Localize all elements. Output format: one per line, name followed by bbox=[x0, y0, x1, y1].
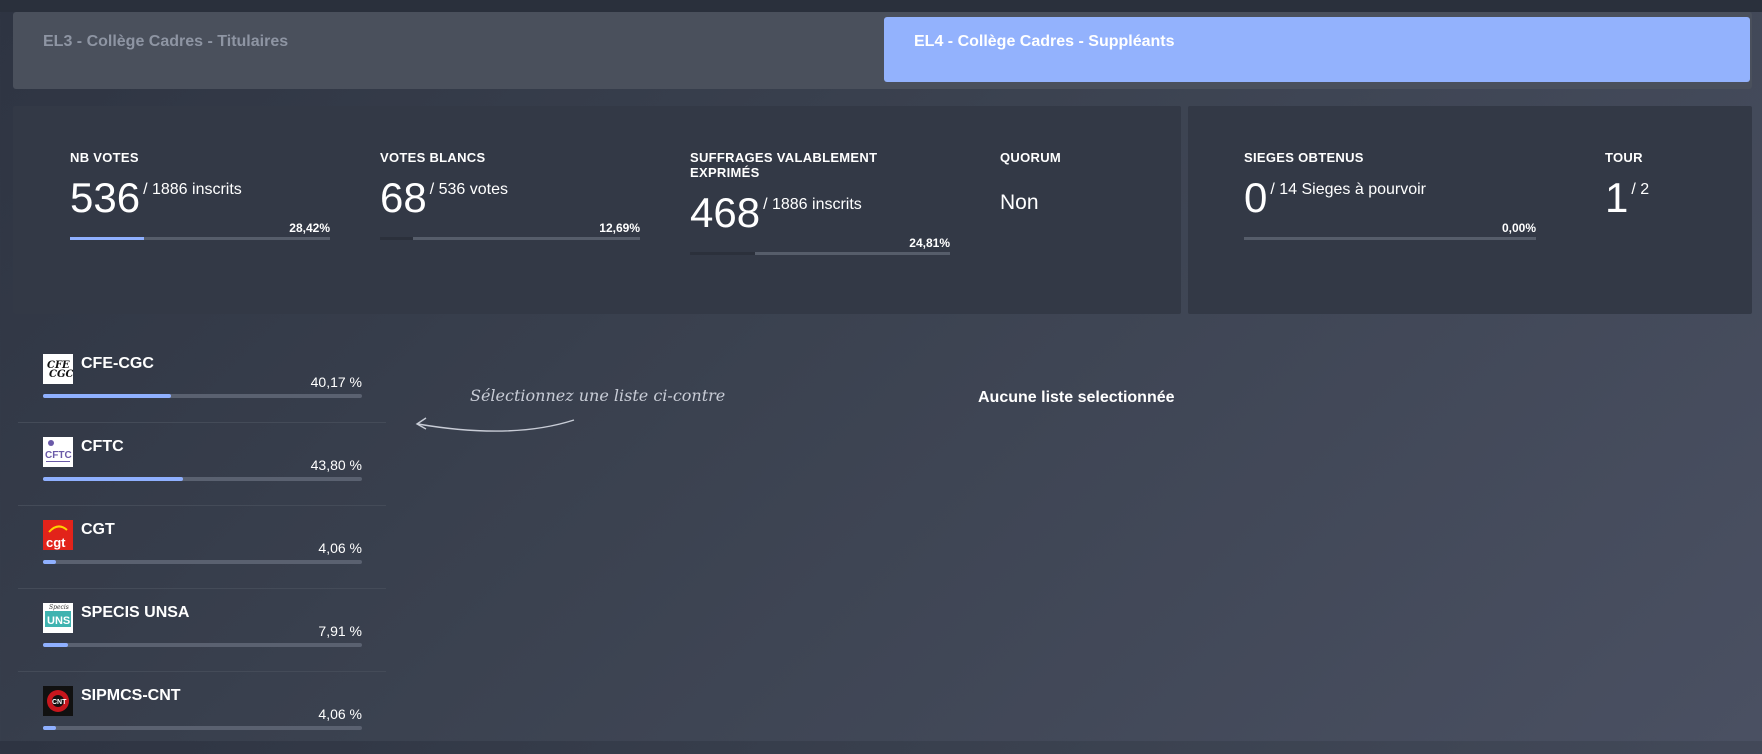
stat-percent: 24,81% bbox=[909, 236, 950, 250]
stat-label: SIEGES OBTENUS bbox=[1244, 150, 1364, 165]
stat-votes-blancs: VOTES BLANCS 68/ 536 votes 12,69% bbox=[380, 150, 640, 240]
progress-fill bbox=[380, 237, 413, 240]
cftc-logo: CFTC bbox=[43, 437, 73, 467]
progress-fill bbox=[690, 252, 755, 255]
stat-tour: TOUR 1/ 2 bbox=[1605, 150, 1705, 221]
list-progress-bar bbox=[43, 560, 362, 564]
list-progress-fill bbox=[43, 394, 172, 398]
stat-nb-votes: NB VOTES 536/ 1886 inscrits 28,42% bbox=[70, 150, 330, 240]
list-progress-bar bbox=[43, 643, 362, 647]
list-percent: 40,17 % bbox=[310, 374, 362, 390]
progress-bar bbox=[690, 252, 950, 255]
tab-el3[interactable]: EL3 - Collège Cadres - Titulaires bbox=[13, 17, 883, 82]
stat-value: 0 bbox=[1244, 174, 1268, 221]
sipmcs-cnt-logo: CNT bbox=[43, 686, 73, 716]
list-name: CGT bbox=[81, 521, 115, 538]
curved-arrow-icon bbox=[415, 417, 575, 432]
stat-label: VOTES BLANCS bbox=[380, 150, 486, 165]
svg-text:CNT: CNT bbox=[52, 699, 67, 706]
specis-unsa-logo: UNS Specis bbox=[43, 603, 73, 633]
list-item-cftc[interactable]: CFTC CFTC 43,80 % bbox=[18, 423, 386, 506]
svg-text:Specis: Specis bbox=[49, 604, 69, 611]
list-progress-fill bbox=[43, 477, 183, 481]
cfe-cgc-logo: CFE CGC bbox=[43, 354, 73, 384]
tab-el4[interactable]: EL4 - Collège Cadres - Suppléants bbox=[884, 17, 1750, 82]
stat-percent: 28,42% bbox=[289, 221, 330, 235]
list-progress-bar bbox=[43, 477, 362, 481]
stat-label: SUFFRAGES VALABLEMENT EXPRIMÉS bbox=[690, 150, 878, 180]
stat-value: 1 bbox=[1605, 174, 1629, 221]
quorum-value: Non bbox=[1000, 191, 1039, 214]
progress-bar bbox=[1244, 237, 1536, 240]
list-name: SIPMCS-CNT bbox=[81, 687, 181, 704]
progress-bar bbox=[70, 237, 330, 240]
list-percent: 4,06 % bbox=[318, 540, 362, 556]
stat-label: NB VOTES bbox=[70, 150, 139, 165]
list-progress-fill bbox=[43, 726, 56, 730]
stat-label: TOUR bbox=[1605, 150, 1643, 165]
svg-text:CFTC: CFTC bbox=[45, 450, 72, 461]
stat-value: 536 bbox=[70, 174, 141, 221]
stat-percent: 12,69% bbox=[599, 221, 640, 235]
list-item-cfe-cgc[interactable]: CFE CGC CFE-CGC 40,17 % bbox=[18, 340, 386, 423]
stat-sieges: SIEGES OBTENUS 0/ 14 Sieges à pourvoir 0… bbox=[1244, 150, 1536, 240]
stat-suffix: / 1886 inscrits bbox=[763, 196, 862, 213]
progress-fill bbox=[70, 237, 144, 240]
list-percent: 43,80 % bbox=[310, 457, 362, 473]
stat-value: 468 bbox=[690, 189, 761, 236]
list-name: CFTC bbox=[81, 438, 124, 455]
cgt-logo: cgt bbox=[43, 520, 73, 550]
stat-suffix: / 14 Sieges à pourvoir bbox=[1270, 181, 1427, 198]
list-percent: 7,91 % bbox=[318, 623, 362, 639]
stat-value: 68 bbox=[380, 174, 427, 221]
stat-suffrages: SUFFRAGES VALABLEMENT EXPRIMÉS 468/ 1886… bbox=[690, 150, 950, 255]
stat-suffix: / 1886 inscrits bbox=[143, 181, 242, 198]
svg-text:cgt: cgt bbox=[46, 535, 66, 550]
lists-column: CFE CGC CFE-CGC 40,17 % CFTC CFTC 43,80 %… bbox=[18, 340, 386, 754]
stats-panel: NB VOTES 536/ 1886 inscrits 28,42% VOTES… bbox=[13, 106, 1181, 314]
stat-suffix: / 2 bbox=[1631, 181, 1650, 198]
svg-text:UNS: UNS bbox=[47, 615, 70, 627]
list-item-specis-unsa[interactable]: UNS Specis SPECIS UNSA 7,91 % bbox=[18, 589, 386, 672]
stat-suffix: / 536 votes bbox=[429, 181, 508, 198]
list-progress-fill bbox=[43, 560, 56, 564]
list-item-cgt[interactable]: cgt CGT 4,06 % bbox=[18, 506, 386, 589]
list-percent: 4,06 % bbox=[318, 706, 362, 722]
select-list-hint: Sélectionnez une liste ci-contre bbox=[470, 386, 726, 405]
list-progress-fill bbox=[43, 643, 69, 647]
stat-quorum: QUORUM Non bbox=[1000, 150, 1150, 215]
tabs-bar: EL3 - Collège Cadres - Titulaires EL4 - … bbox=[13, 12, 1752, 89]
svg-text:CGC: CGC bbox=[49, 369, 73, 380]
no-list-selected-message: Aucune liste selectionnée bbox=[978, 389, 1175, 406]
stat-percent: 0,00% bbox=[1501, 221, 1536, 235]
progress-bar bbox=[380, 237, 640, 240]
list-progress-bar bbox=[43, 726, 362, 730]
list-progress-bar bbox=[43, 394, 362, 398]
list-name: SPECIS UNSA bbox=[81, 604, 190, 621]
stat-label: QUORUM bbox=[1000, 150, 1062, 165]
top-strip bbox=[0, 0, 1762, 12]
list-name: CFE-CGC bbox=[81, 355, 154, 372]
list-item-sipmcs-cnt[interactable]: CNT SIPMCS-CNT 4,06 % bbox=[18, 672, 386, 754]
seats-panel: SIEGES OBTENUS 0/ 14 Sieges à pourvoir 0… bbox=[1188, 106, 1752, 314]
